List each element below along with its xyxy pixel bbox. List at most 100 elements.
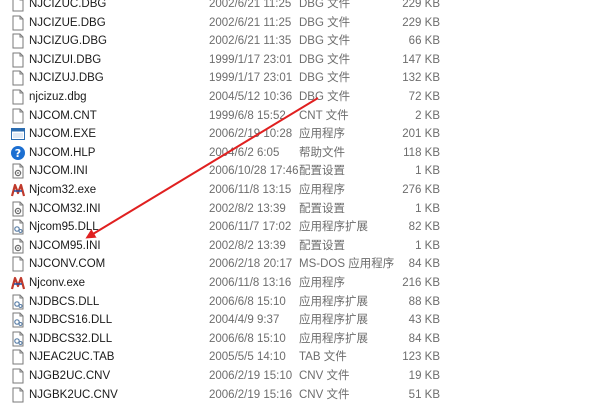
file-type: 配置设置 (299, 239, 345, 252)
file-size: 216 KB (402, 277, 440, 289)
file-modified-date: 2006/2/19 15:16 (209, 388, 293, 401)
file-row[interactable]: ? NJCOM.HLP 2004/6/2 6:05 帮助文件 118 KB (0, 144, 600, 162)
file-row[interactable]: Njconv.exe 2006/11/8 13:16 应用程序 216 KB (0, 274, 600, 292)
file-type: DBG 文件 (299, 35, 351, 48)
file-row[interactable]: njcizuz.dbg 2004/5/12 10:36 DBG 文件 72 KB (0, 88, 600, 106)
file-row[interactable]: NJCIZUJ.DBG 1999/1/17 23:01 DBG 文件 132 KB (0, 69, 600, 87)
file-name[interactable]: Njconv.exe (29, 274, 85, 292)
file-modified-date: 2002/8/2 13:39 (209, 239, 286, 252)
file-name[interactable]: NJCOM.CNT (29, 107, 97, 125)
file-size: 84 KB (408, 332, 440, 345)
file-row[interactable]: NJCOM95.INI 2002/8/2 13:39 配置设置 1 KB (0, 237, 600, 255)
file-modified-date: 2006/11/8 13:16 (209, 277, 292, 289)
file-name[interactable]: NJCOM.HLP (29, 144, 95, 162)
file-name[interactable]: NJCOM.INI (29, 162, 88, 180)
file-size: 2 KB (415, 109, 440, 122)
file-type: CNV 文件 (299, 388, 350, 401)
file-row[interactable]: NJCONV.COM 2006/2/18 20:17 MS-DOS 应用程序 84 K… (0, 255, 600, 273)
file-row[interactable]: NJCIZUG.DBG 2002/6/21 11:35 DBG 文件 66 KB (0, 32, 600, 50)
generic-file-icon (10, 33, 26, 49)
generic-file-icon (10, 0, 26, 12)
file-name[interactable]: NJEAC2UC.TAB (29, 348, 114, 366)
file-row[interactable]: NJGB2UC.CNV 2006/2/19 15:10 CNV 文件 19 KB (0, 367, 600, 385)
file-name[interactable]: NJCIZUI.DBG (29, 51, 101, 69)
file-name[interactable]: NJCIZUG.DBG (29, 32, 107, 50)
file-type: DBG 文件 (299, 0, 351, 10)
file-name[interactable]: NJCIZUC.DBG (29, 0, 106, 13)
file-modified-date: 2004/4/9 9:37 (209, 314, 280, 327)
generic-file-icon (10, 387, 26, 403)
file-modified-date: 2006/2/18 20:17 (209, 258, 293, 271)
file-modified-date: 2002/6/21 11:35 (209, 35, 292, 48)
file-row[interactable]: NJCOM.CNT 1999/6/8 15:52 CNT 文件 2 KB (0, 107, 600, 125)
file-modified-date: 2002/8/2 13:39 (209, 202, 286, 215)
file-row[interactable]: NJCIZUE.DBG 2002/6/21 11:25 DBG 文件 229 KB (0, 14, 600, 32)
app-logo-icon (10, 275, 26, 291)
file-modified-date: 2004/5/12 10:36 (209, 91, 293, 103)
file-size: 118 KB (403, 146, 440, 159)
generic-file-icon (10, 349, 26, 365)
file-name[interactable]: NJCIZUJ.DBG (29, 69, 104, 87)
file-modified-date: 2006/11/8 13:15 (209, 184, 292, 196)
file-modified-date: 1999/1/17 23:01 (209, 53, 293, 66)
file-name[interactable]: njcizuz.dbg (29, 88, 87, 106)
file-type: 应用程序扩展 (299, 295, 368, 308)
file-row[interactable]: NJCOM32.INI 2002/8/2 13:39 配置设置 1 KB (0, 200, 600, 218)
file-row[interactable]: NJCIZUC.DBG 2002/6/21 11:25 DBG 文件 229 KB (0, 0, 600, 13)
svg-text:?: ? (15, 147, 21, 160)
file-row[interactable]: NJDBCS.DLL 2006/6/8 15:10 应用程序扩展 88 KB (0, 293, 600, 311)
file-size: 43 KB (408, 314, 440, 327)
generic-file-icon (10, 89, 26, 105)
file-name[interactable]: NJDBCS.DLL (29, 293, 99, 311)
file-type: DBG 文件 (299, 72, 351, 85)
file-type: TAB 文件 (299, 351, 347, 364)
file-type: 帮助文件 (299, 146, 345, 159)
file-name[interactable]: NJDBCS32.DLL (29, 330, 112, 348)
file-size: 123 KB (402, 351, 440, 364)
help-file-icon: ? (10, 145, 26, 161)
file-name[interactable]: NJGBK2UC.CNV (29, 386, 118, 404)
file-row[interactable]: NJDBCS32.DLL 2006/6/8 15:10 应用程序扩展 84 KB (0, 330, 600, 348)
file-name[interactable]: NJDBCS16.DLL (29, 311, 112, 329)
file-row[interactable]: NJEAC2UC.TAB 2005/5/5 14:10 TAB 文件 123 KB (0, 348, 600, 366)
file-size: 82 KB (408, 221, 440, 234)
file-type: 应用程序 (299, 277, 345, 289)
file-type: CNT 文件 (299, 109, 349, 122)
file-modified-date: 1999/6/8 15:52 (209, 109, 286, 122)
file-name[interactable]: NJGB2UC.CNV (29, 367, 110, 385)
file-size: 147 KB (402, 53, 440, 66)
file-size: 1 KB (415, 239, 440, 252)
file-row[interactable]: Njcom32.exe 2006/11/8 13:15 应用程序 276 KB (0, 181, 600, 199)
file-row[interactable]: NJCOM.INI 2006/10/28 17:46 配置设置 1 KB (0, 162, 600, 180)
app-logo-icon (10, 182, 26, 198)
file-name[interactable]: Njcom95.DLL (29, 218, 99, 236)
file-modified-date: 2002/6/21 11:25 (209, 0, 292, 10)
file-type: MS-DOS 应用程序 (299, 258, 395, 271)
file-row[interactable]: NJCOM.EXE 2006/2/19 10:28 应用程序 201 KB (0, 125, 600, 143)
generic-file-icon (10, 256, 26, 272)
file-modified-date: 2006/2/19 15:10 (209, 370, 293, 382)
file-modified-date: 1999/1/17 23:01 (209, 72, 293, 85)
file-row[interactable]: NJCIZUI.DBG 1999/1/17 23:01 DBG 文件 147 KB (0, 51, 600, 69)
file-name[interactable]: NJCONV.COM (29, 255, 105, 273)
settings-file-icon (10, 201, 26, 217)
file-name[interactable]: NJCIZUE.DBG (29, 14, 106, 32)
file-row[interactable]: Njcom95.DLL 2006/11/7 17:02 应用程序扩展 82 KB (0, 218, 600, 236)
file-size: 229 KB (402, 0, 440, 10)
file-type: 应用程序 (299, 128, 345, 141)
file-row[interactable]: NJDBCS16.DLL 2004/4/9 9:37 应用程序扩展 43 KB (0, 311, 600, 329)
file-modified-date: 2004/6/2 6:05 (209, 146, 280, 159)
file-row[interactable]: NJGBK2UC.CNV 2006/2/19 15:16 CNV 文件 51 KB (0, 386, 600, 404)
file-modified-date: 2006/2/19 10:28 (209, 128, 293, 141)
file-size: 84 KB (408, 258, 440, 271)
file-name[interactable]: Njcom32.exe (29, 181, 96, 199)
file-modified-date: 2006/6/8 15:10 (209, 332, 286, 345)
file-type: 应用程序扩展 (299, 221, 368, 234)
file-name[interactable]: NJCOM32.INI (29, 200, 101, 218)
file-size: 276 KB (402, 184, 440, 196)
file-name[interactable]: NJCOM95.INI (29, 237, 101, 255)
file-size: 201 KB (402, 128, 440, 141)
file-size: 88 KB (408, 295, 440, 308)
file-name[interactable]: NJCOM.EXE (29, 125, 96, 143)
dll-file-icon (10, 294, 26, 310)
